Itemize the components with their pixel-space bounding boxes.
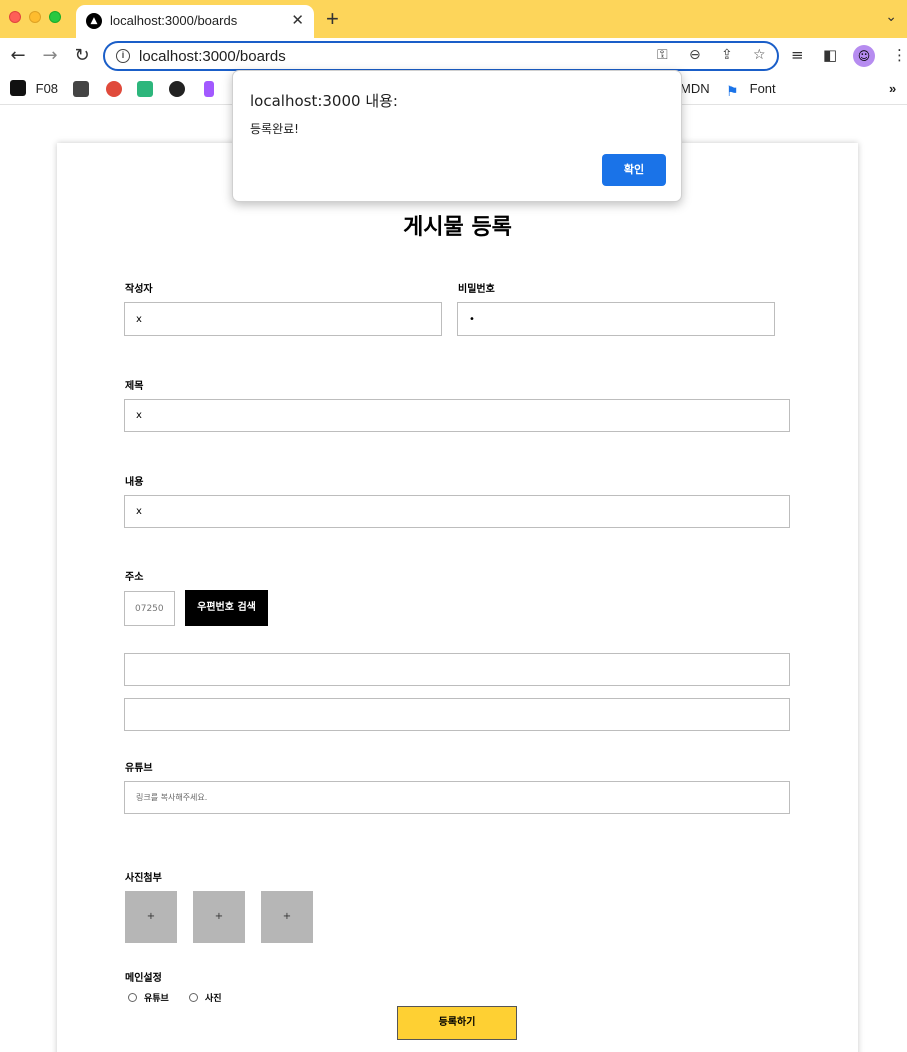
- google-red-icon[interactable]: [106, 81, 122, 97]
- address-label: 주소: [125, 572, 144, 583]
- bookmark-label: F08: [35, 81, 59, 96]
- back-arrow-icon[interactable]: ←: [6, 44, 30, 68]
- menu-dots-icon[interactable]: ⋮: [892, 46, 907, 64]
- more-bookmarks-icon[interactable]: »: [889, 80, 896, 98]
- maximize-window-button[interactable]: [49, 11, 61, 23]
- zoom-icon[interactable]: ⊖: [689, 47, 701, 63]
- radio-photo[interactable]: [189, 993, 198, 1002]
- contents-label: 내용: [125, 477, 144, 488]
- bookmark-f08[interactable]: F08: [10, 80, 58, 98]
- bookmark-font[interactable]: ⚑ Font: [726, 80, 776, 99]
- bookmark-label: Font: [749, 81, 776, 96]
- submit-button[interactable]: 등록하기: [397, 1006, 517, 1040]
- url-text[interactable]: localhost:3000/boards: [139, 48, 286, 65]
- writer-label: 작성자: [125, 284, 153, 295]
- youtube-label: 유튜브: [125, 763, 153, 774]
- f08-icon: [10, 80, 26, 96]
- browser-titlebar: ▲ localhost:3000/boards ✕ + ⌄: [0, 0, 907, 38]
- zipcode-input[interactable]: 07250: [124, 591, 175, 626]
- vercel-favicon-icon: ▲: [86, 13, 102, 29]
- contacts-icon[interactable]: [73, 81, 89, 97]
- dialog-ok-button[interactable]: 확인: [602, 154, 666, 186]
- close-tab-icon[interactable]: ✕: [291, 11, 304, 29]
- photo-label: 사진첨부: [125, 873, 162, 884]
- profile-avatar[interactable]: ☺: [853, 45, 875, 67]
- password-key-icon[interactable]: ⚿: [657, 47, 668, 63]
- site-info-icon[interactable]: i: [116, 49, 130, 63]
- address-input[interactable]: [124, 653, 790, 686]
- reading-list-icon[interactable]: ≡: [791, 46, 804, 64]
- vue-icon[interactable]: [137, 81, 153, 97]
- main-setting-label: 메인설정: [125, 973, 162, 984]
- figma-icon[interactable]: [204, 81, 214, 97]
- tab-search-chevron-icon[interactable]: ⌄: [885, 9, 897, 25]
- subject-label: 제목: [125, 381, 144, 392]
- dialog-title: localhost:3000 내용:: [250, 92, 398, 110]
- page-title: 게시물 등록: [403, 215, 512, 240]
- zipcode-search-button[interactable]: 우편번호 검색: [185, 590, 268, 626]
- forward-arrow-icon[interactable]: →: [38, 44, 62, 68]
- close-window-button[interactable]: [9, 11, 21, 23]
- radio-youtube-label: 유튜브: [144, 994, 169, 1004]
- bookmark-star-icon[interactable]: ☆: [753, 47, 766, 63]
- subject-input[interactable]: x: [124, 399, 790, 432]
- reload-icon[interactable]: ↻: [70, 44, 94, 68]
- photo-upload-button[interactable]: +: [261, 891, 313, 943]
- browser-tab[interactable]: ▲ localhost:3000/boards ✕: [76, 5, 314, 38]
- browser-toolbar: ← → ↻ i localhost:3000/boards ⚿ ⊖ ⇪ ☆ ≡ …: [0, 38, 907, 74]
- contents-input[interactable]: x: [124, 495, 790, 528]
- address-bar[interactable]: i localhost:3000/boards ⚿ ⊖ ⇪ ☆: [103, 41, 779, 71]
- alert-dialog: localhost:3000 내용: 등록완료! 확인: [232, 70, 682, 202]
- board-form-card: 게시물 등록 작성자 x 비밀번호 • 제목 x 내용 x 주소 07250 우…: [57, 143, 858, 1052]
- dialog-message: 등록완료!: [250, 122, 299, 136]
- radio-youtube[interactable]: [128, 993, 137, 1002]
- new-tab-button[interactable]: +: [326, 7, 339, 31]
- bookmark-label: MDN: [680, 81, 710, 96]
- minimize-window-button[interactable]: [29, 11, 41, 23]
- photo-upload-button[interactable]: +: [125, 891, 177, 943]
- bookmark-mdn[interactable]: MDN: [680, 80, 710, 98]
- tab-title: localhost:3000/boards: [110, 13, 238, 28]
- password-input[interactable]: •: [457, 302, 775, 336]
- flag-icon: ⚑: [726, 83, 739, 99]
- radio-photo-label: 사진: [205, 994, 222, 1004]
- photo-upload-button[interactable]: +: [193, 891, 245, 943]
- password-label: 비밀번호: [458, 284, 495, 295]
- youtube-input[interactable]: 링크를 복사해주세요.: [124, 781, 790, 814]
- writer-input[interactable]: x: [124, 302, 442, 336]
- share-icon[interactable]: ⇪: [721, 47, 733, 63]
- address-detail-input[interactable]: [124, 698, 790, 731]
- side-panel-icon[interactable]: ◧: [823, 46, 837, 64]
- youtube-placeholder: 링크를 복사해주세요.: [136, 793, 208, 802]
- github-icon[interactable]: [169, 81, 185, 97]
